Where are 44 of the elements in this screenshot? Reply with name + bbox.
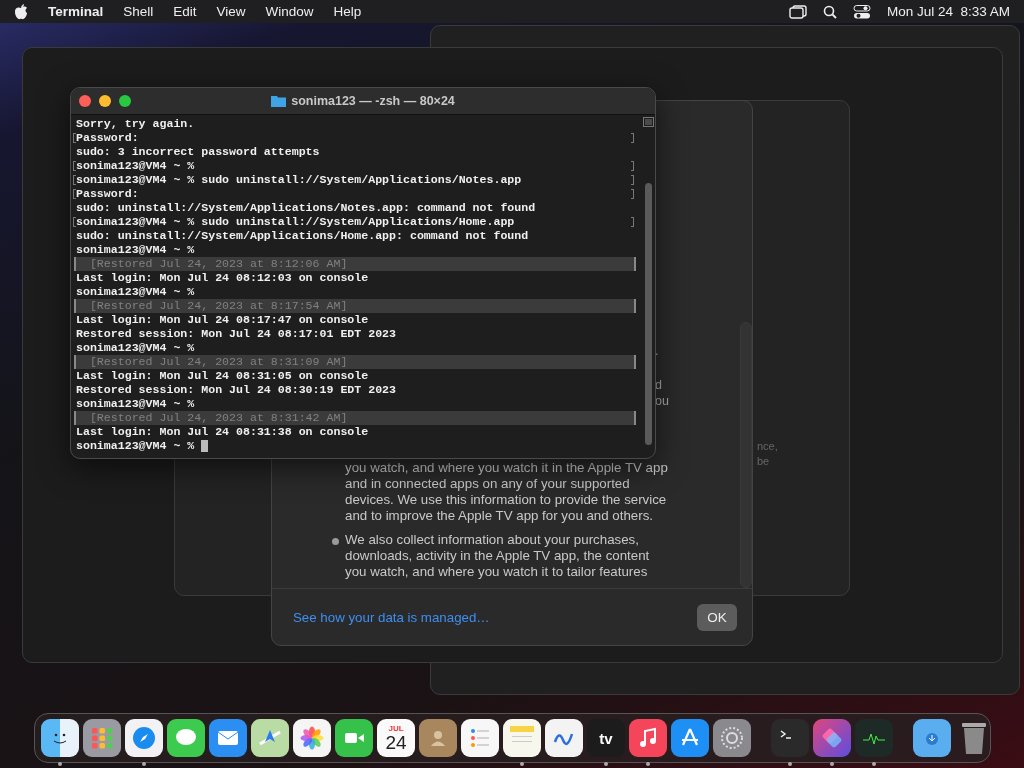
ok-button[interactable]: OK: [697, 603, 737, 631]
terminal-line: sonima123@VM4 ~ %: [76, 243, 195, 257]
terminal-line: sonima123@VM4 ~ %: [76, 285, 195, 299]
menu-item[interactable]: Window: [265, 4, 314, 19]
terminal-line: Last login: Mon Jul 24 08:31:38 on console: [76, 425, 369, 439]
terminal-line: Sorry, try again.: [76, 117, 195, 131]
menu-item[interactable]: Edit: [173, 4, 197, 19]
terminal-line: Last login: Mon Jul 24 08:12:03 on console: [76, 271, 369, 285]
window-title: sonima123 — -zsh — 80×24: [291, 94, 455, 108]
terminal-line: sonima123@VM4 ~ % sudo uninstall://System/Applications/Notes.app: [76, 173, 522, 187]
terminal-line: sonima123@VM4 ~ %: [76, 397, 195, 411]
privacy-paragraph: We also collect information about your purchases, downloads, activity in the Apple TV app, the content you watch, and where you watch it to tailor features: [345, 532, 650, 580]
clock[interactable]: Mon Jul 24 8:33 AM: [886, 4, 1010, 19]
terminal-line: Password:: [76, 187, 139, 201]
menu-item[interactable]: View: [216, 4, 246, 19]
tv-label: tv: [599, 729, 613, 747]
terminal-line: Last login: Mon Jul 24 08:17:47 on console: [76, 313, 369, 327]
terminal-line: [Restored Jul 24, 2023 at 8:31:42 AM]: [88, 411, 348, 425]
terminal-line: sudo: uninstall://System/Applications/Notes.app: command not found: [76, 201, 536, 215]
calendar-day: 24: [385, 732, 407, 753]
calendar-icon[interactable]: JUL 24: [377, 719, 415, 757]
terminal-line: sonima123@VM4 ~ %: [76, 159, 195, 173]
text-fragment: .: [655, 343, 659, 359]
terminal-line: sonima123@VM4 ~ % sudo uninstall://System/Applications/Home.app: [76, 215, 515, 229]
terminal-line: [Restored Jul 24, 2023 at 8:12:06 AM]: [88, 257, 348, 271]
terminal-line: sonima123@VM4 ~ %: [76, 439, 196, 453]
data-managed-link[interactable]: See how your data is managed…: [293, 609, 490, 625]
terminal-line: sudo: uninstall://System/Applications/Home.app: command not found: [76, 229, 529, 243]
app-menu[interactable]: Terminal: [48, 4, 104, 19]
menu-item[interactable]: Help: [333, 4, 362, 19]
terminal-line: sudo: 3 incorrect password attempts: [76, 145, 320, 159]
privacy-paragraph: you watch, and where you watch it in the Apple TV app and in connected apps on any of your supported devices. We use this information to provide the service and to improve the Apple TV app for you and others.: [345, 460, 668, 524]
terminal-line: Last login: Mon Jul 24 08:31:05 on console: [76, 369, 369, 383]
terminal-line: sonima123@VM4 ~ %: [76, 341, 195, 355]
calendar-month: JUL: [388, 723, 404, 733]
terminal-line: [Restored Jul 24, 2023 at 8:17:54 AM]: [88, 299, 348, 313]
terminal-line: [Restored Jul 24, 2023 at 8:31:09 AM]: [88, 355, 348, 369]
text-fragment: nce, be: [757, 439, 778, 469]
terminal-line: Restored session: Mon Jul 24 08:30:19 EDT 2023: [76, 383, 397, 397]
menu-item[interactable]: Shell: [123, 4, 154, 19]
terminal-line: Password:: [76, 131, 139, 145]
text-fragment: d ou: [655, 377, 669, 409]
terminal-line: Restored session: Mon Jul 24 08:17:01 EDT 2023: [76, 327, 397, 341]
tv-app-icon[interactable]: tv: [587, 719, 625, 757]
